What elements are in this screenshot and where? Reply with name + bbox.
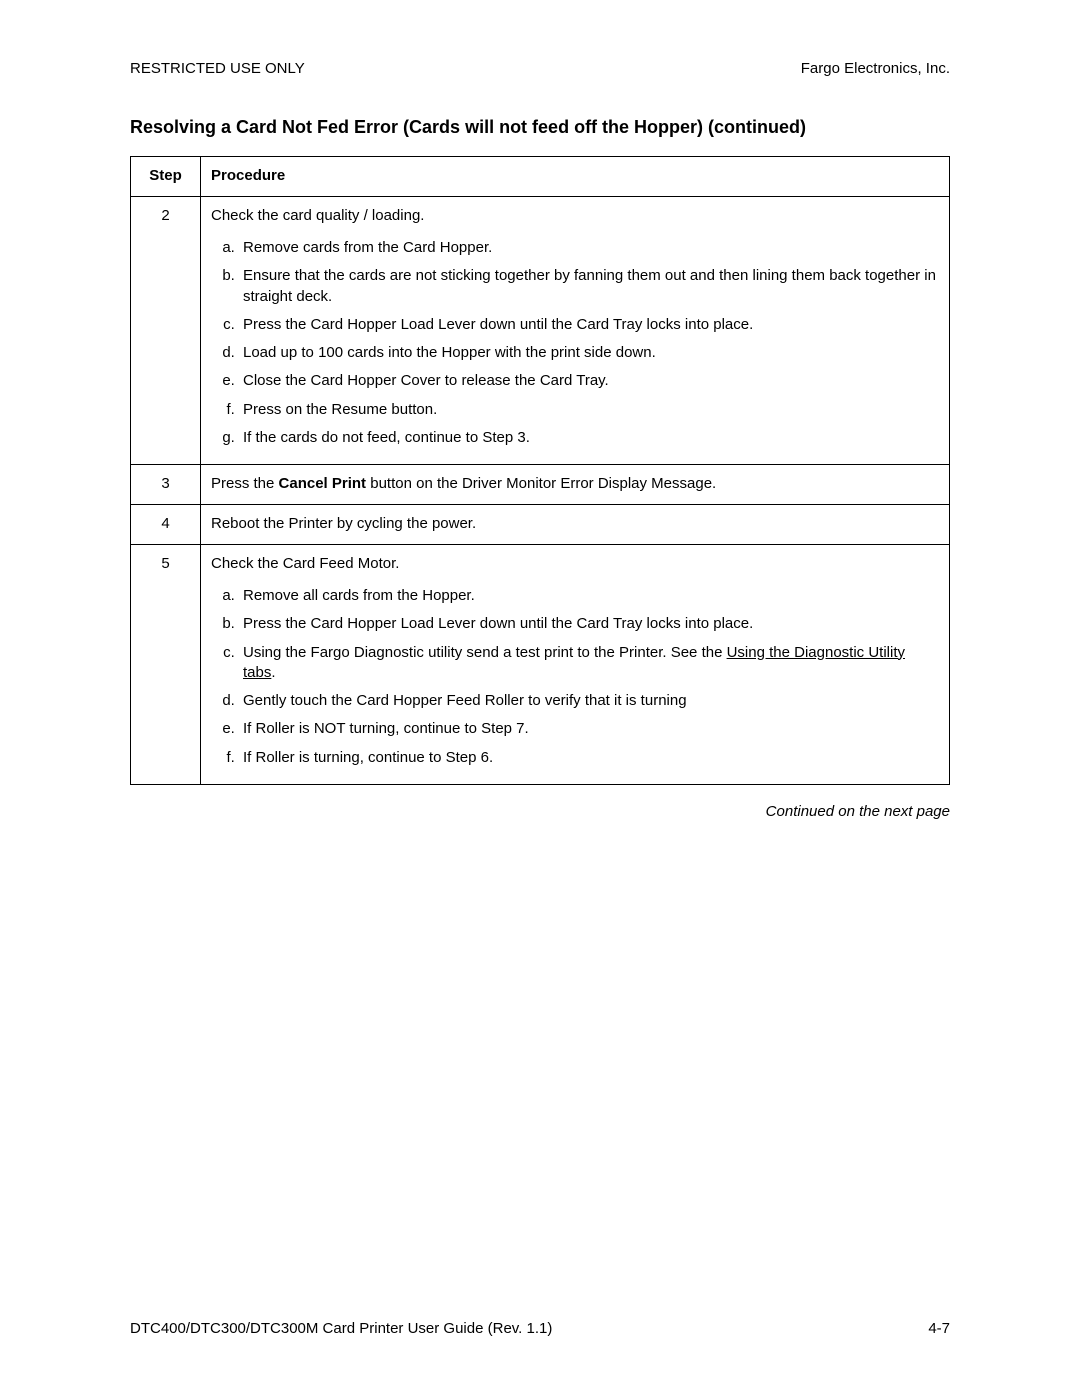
list-item: If the cards do not feed, continue to St…: [239, 424, 939, 452]
procedure-list: Remove cards from the Card Hopper. Ensur…: [211, 234, 939, 452]
table-row: 4 Reboot the Printer by cycling the powe…: [131, 505, 950, 545]
list-item: Ensure that the cards are not sticking t…: [239, 262, 939, 311]
text: Press the: [211, 475, 279, 492]
list-item: Press the Card Hopper Load Lever down un…: [239, 610, 939, 638]
text: .: [271, 664, 275, 681]
list-item: Press on the Resume button.: [239, 396, 939, 424]
header-right: Fargo Electronics, Inc.: [801, 60, 950, 77]
page-title: Resolving a Card Not Fed Error (Cards wi…: [130, 117, 950, 138]
footer-page-number: 4-7: [928, 1320, 950, 1337]
step-number: 2: [131, 197, 201, 465]
list-item: If Roller is NOT turning, continue to St…: [239, 715, 939, 743]
procedure-cell: Press the Cancel Print button on the Dri…: [201, 465, 950, 505]
list-item: Remove cards from the Card Hopper.: [239, 234, 939, 262]
list-item: Press the Card Hopper Load Lever down un…: [239, 311, 939, 339]
list-item: Gently touch the Card Hopper Feed Roller…: [239, 687, 939, 715]
procedure-cell: Check the card quality / loading. Remove…: [201, 197, 950, 465]
list-item: Load up to 100 cards into the Hopper wit…: [239, 339, 939, 367]
table-header-row: Step Procedure: [131, 157, 950, 197]
page-footer: DTC400/DTC300/DTC300M Card Printer User …: [130, 1320, 950, 1337]
list-item: Remove all cards from the Hopper.: [239, 582, 939, 610]
procedure-table: Step Procedure 2 Check the card quality …: [130, 156, 950, 785]
step-number: 5: [131, 545, 201, 785]
page-header: RESTRICTED USE ONLY Fargo Electronics, I…: [130, 60, 950, 77]
table-row: 2 Check the card quality / loading. Remo…: [131, 197, 950, 465]
bold-text: Cancel Print: [279, 475, 367, 492]
table-row: 3 Press the Cancel Print button on the D…: [131, 465, 950, 505]
list-item: If Roller is turning, continue to Step 6…: [239, 744, 939, 772]
procedure-intro: Check the card quality / loading.: [211, 207, 939, 224]
col-header-procedure: Procedure: [201, 157, 950, 197]
page: RESTRICTED USE ONLY Fargo Electronics, I…: [0, 0, 1080, 820]
header-left: RESTRICTED USE ONLY: [130, 60, 305, 77]
text: Using the Fargo Diagnostic utility send …: [243, 644, 727, 661]
list-item: Using the Fargo Diagnostic utility send …: [239, 639, 939, 688]
continued-note: Continued on the next page: [130, 803, 950, 820]
table-row: 5 Check the Card Feed Motor. Remove all …: [131, 545, 950, 785]
footer-left: DTC400/DTC300/DTC300M Card Printer User …: [130, 1320, 552, 1337]
step-number: 3: [131, 465, 201, 505]
procedure-cell: Check the Card Feed Motor. Remove all ca…: [201, 545, 950, 785]
step-number: 4: [131, 505, 201, 545]
procedure-list: Remove all cards from the Hopper. Press …: [211, 582, 939, 772]
procedure-intro: Check the Card Feed Motor.: [211, 555, 939, 572]
text: button on the Driver Monitor Error Displ…: [366, 475, 716, 492]
list-item: Close the Card Hopper Cover to release t…: [239, 367, 939, 395]
col-header-step: Step: [131, 157, 201, 197]
procedure-cell: Reboot the Printer by cycling the power.: [201, 505, 950, 545]
